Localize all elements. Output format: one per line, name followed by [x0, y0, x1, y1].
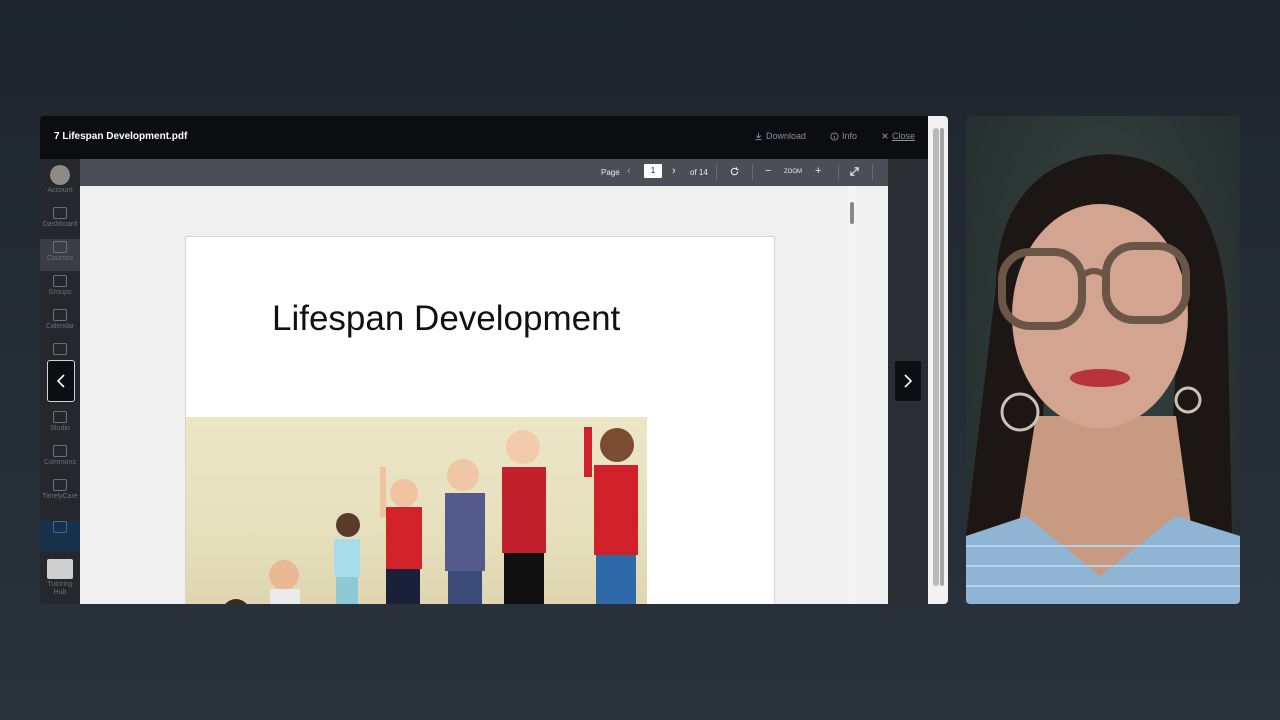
next-file-button[interactable] — [894, 360, 922, 402]
document-scrollbar-thumb[interactable] — [850, 202, 854, 224]
sidebar-item-timelycare[interactable]: TimelyCare — [40, 479, 80, 501]
courses-icon — [53, 241, 67, 253]
zoom-label: ZOOM — [784, 169, 802, 175]
sidebar-item-tutoring-hub[interactable]: Tutoring Hub — [40, 559, 80, 597]
chevron-right-icon — [904, 374, 913, 388]
toolbar-divider — [838, 165, 839, 180]
close-label: Close — [892, 131, 916, 141]
info-label: Info — [842, 131, 858, 141]
close-button[interactable]: Close — [881, 131, 915, 141]
info-button[interactable]: Info — [830, 131, 857, 141]
page-label: Page — [601, 168, 620, 177]
slide-title: Lifespan Development — [272, 299, 621, 338]
pdf-document-area[interactable]: Lifespan Development — [80, 186, 888, 604]
screen-share-window: 7 Lifespan Development.pdf Download Info… — [40, 116, 948, 604]
presenter-video-frame — [966, 154, 1240, 604]
total-pages: of 14 — [690, 168, 708, 177]
sidebar-item-inbox[interactable] — [40, 343, 80, 357]
download-icon — [755, 132, 762, 140]
chevron-left-icon — [56, 374, 65, 388]
expand-icon — [850, 167, 859, 176]
document-scrollbar[interactable] — [848, 186, 856, 604]
rotate-icon — [730, 167, 739, 176]
window-scrollbar[interactable] — [928, 116, 948, 604]
window-scrollbar-thumb[interactable] — [933, 128, 939, 586]
prev-page-button[interactable]: ‹ — [627, 165, 631, 177]
sidebar-item-groups[interactable]: Groups — [40, 275, 80, 297]
viewer-titlebar: 7 Lifespan Development.pdf Download Info… — [40, 116, 928, 159]
next-page-button[interactable]: › — [672, 165, 676, 177]
file-title: 7 Lifespan Development.pdf — [54, 131, 188, 142]
info-icon — [830, 131, 839, 141]
fullscreen-button[interactable] — [849, 166, 860, 179]
sidebar-item-dashboard[interactable]: Dashboard — [40, 207, 80, 229]
sidebar-item-account[interactable]: Account — [40, 187, 80, 195]
download-label: Download — [766, 131, 807, 141]
pdf-page: Lifespan Development — [185, 236, 775, 604]
dashboard-icon — [53, 207, 67, 219]
studio-icon — [53, 411, 67, 423]
inbox-icon — [53, 343, 67, 355]
groups-icon — [53, 275, 67, 287]
previous-file-button[interactable] — [47, 360, 75, 402]
rotate-button[interactable] — [729, 166, 740, 179]
sidebar-item-calendar[interactable]: Calendar — [40, 309, 80, 331]
zoom-in-button[interactable]: + — [815, 165, 821, 177]
close-icon — [882, 133, 888, 139]
toolbar-divider — [752, 165, 753, 180]
tutoring-hub-icon — [47, 559, 73, 579]
sidebar-item-studio[interactable]: Studio — [40, 411, 80, 433]
sidebar-item-ellucian[interactable] — [40, 521, 80, 551]
app-logo-icon — [53, 521, 67, 533]
toolbar-divider — [872, 165, 873, 180]
zoom-out-button[interactable]: − — [765, 165, 771, 177]
window-scrollbar-thumb-secondary[interactable] — [940, 128, 944, 586]
page-number-input[interactable]: 1 — [644, 164, 662, 178]
webcam-video — [966, 116, 1240, 604]
sidebar-item-courses[interactable]: Courses — [40, 239, 80, 271]
calendar-icon — [53, 309, 67, 321]
timelycare-icon — [53, 479, 67, 491]
toolbar-divider — [716, 165, 717, 180]
download-button[interactable]: Download — [754, 131, 806, 141]
sidebar-item-commons[interactable]: Commons — [40, 445, 80, 467]
children-photo — [186, 417, 647, 604]
pdf-toolbar: Page ‹ 1 › of 14 − ZOOM + — [80, 159, 888, 186]
account-avatar[interactable] — [50, 165, 70, 185]
commons-icon — [53, 445, 67, 457]
children-illustration — [225, 427, 638, 604]
